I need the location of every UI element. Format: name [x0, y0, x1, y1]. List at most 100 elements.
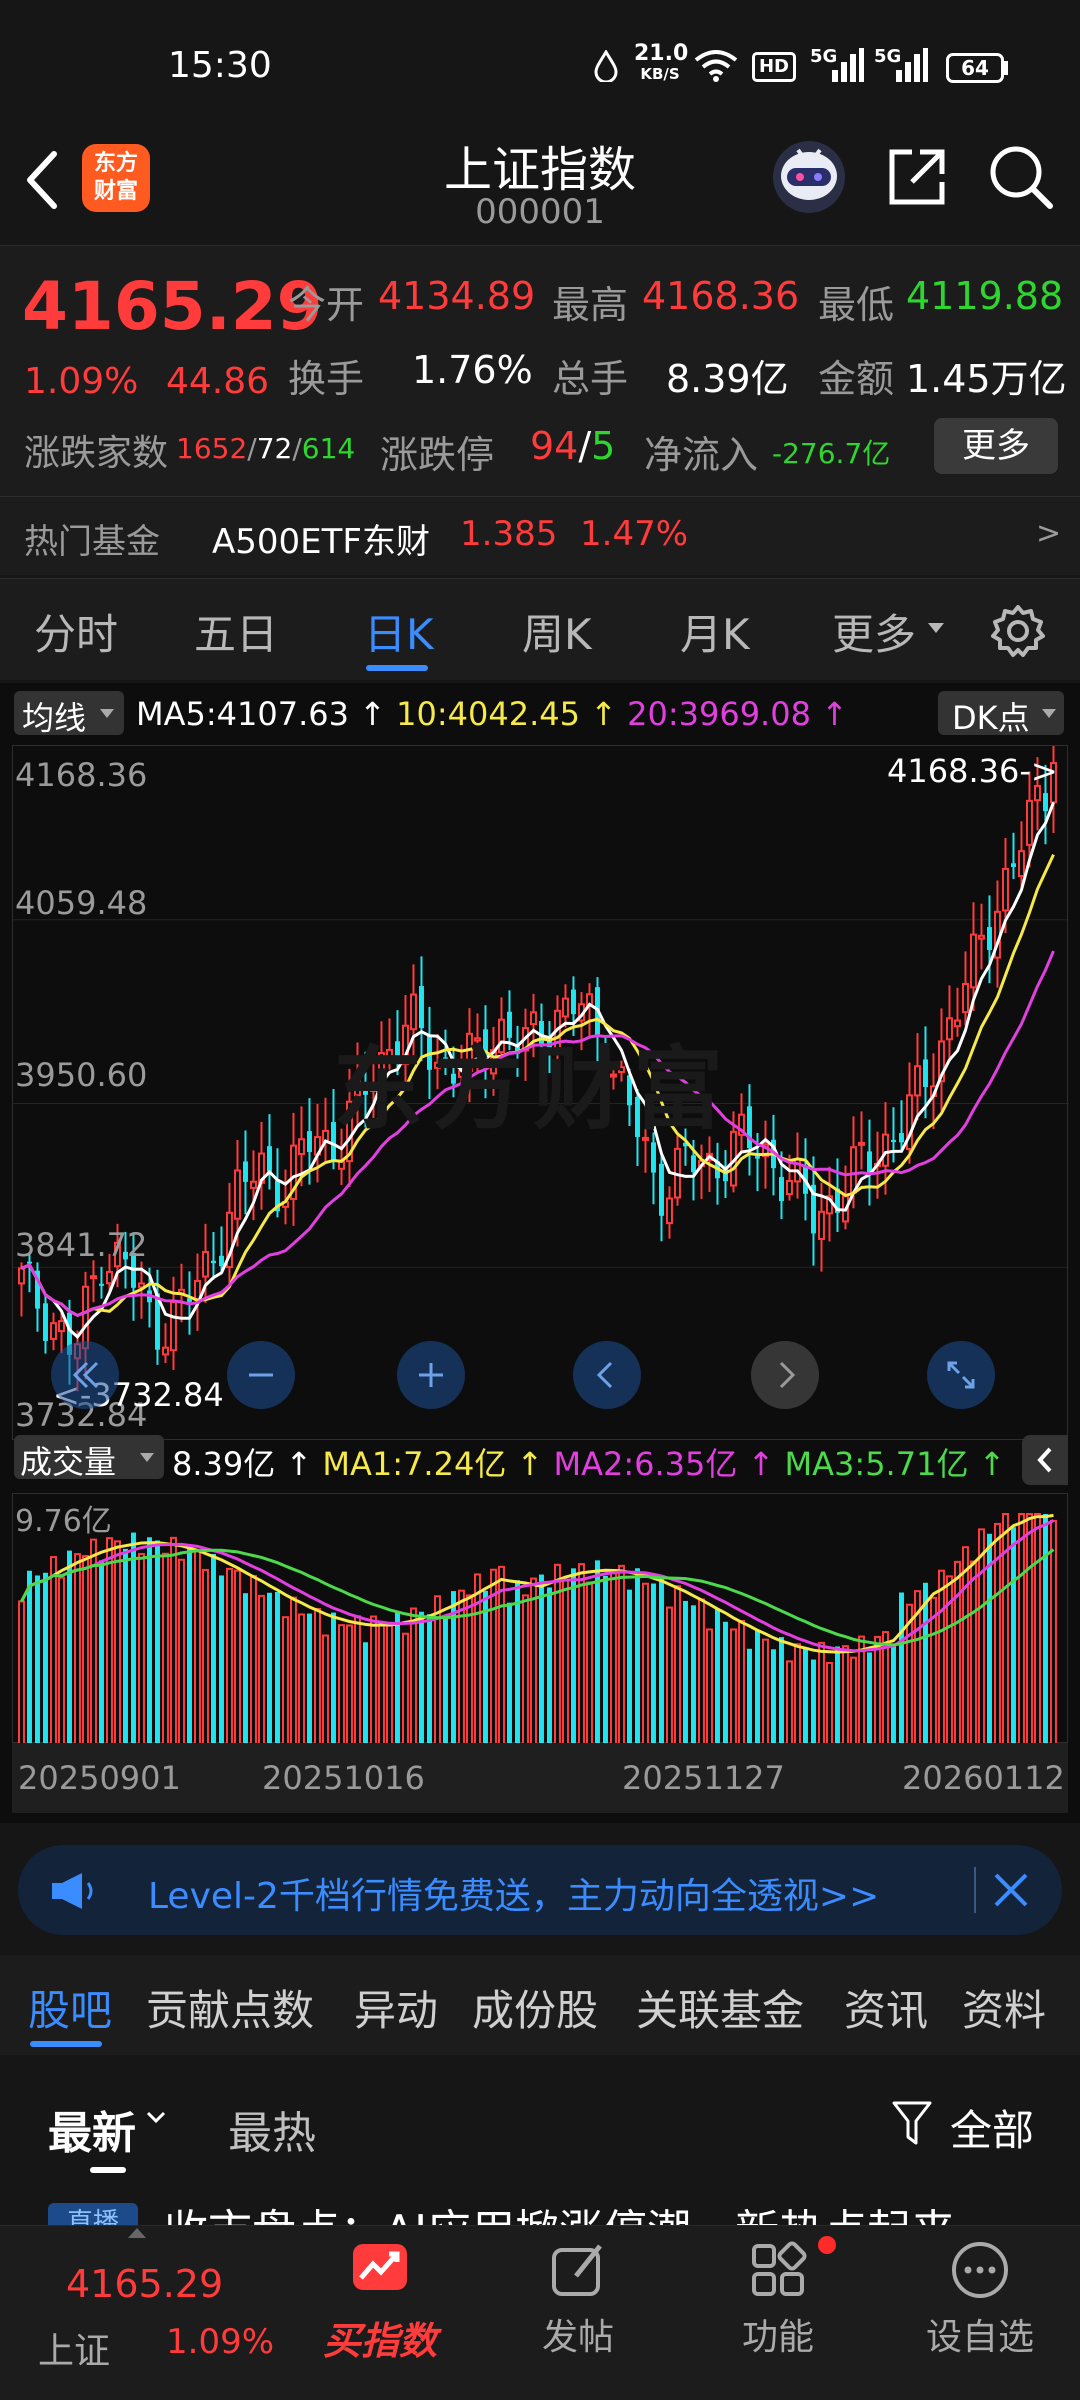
nav-post-label: 发帖	[541, 2317, 614, 2358]
candle-body	[850, 1146, 857, 1194]
quote-panel: 4165.29 1.09% 44.86 今开 4134.89 最高 4168.3…	[0, 245, 1080, 575]
volume-indicator-select[interactable]: 成交量	[14, 1435, 164, 1481]
tab-monthly-k[interactable]: 月K	[680, 601, 750, 662]
volume-bar	[99, 1560, 104, 1744]
volume-bar	[698, 1598, 705, 1744]
volume-bar	[826, 1661, 833, 1744]
share-icon[interactable]	[886, 146, 948, 208]
nav-index-pct[interactable]: 1.09%	[166, 2322, 274, 2362]
tab-weekly-k[interactable]: 周K	[522, 601, 592, 662]
tab-news[interactable]: 资讯	[844, 1977, 928, 2038]
netflow-label: 净流入	[644, 433, 759, 477]
volume-bar	[683, 1600, 688, 1744]
filter-all[interactable]: 全部	[950, 2097, 1034, 2158]
volume-svg	[18, 1513, 1057, 1744]
nav-index-price[interactable]: 4165.29	[66, 2262, 223, 2306]
vol-ma1: MA1:7.24亿	[322, 1445, 507, 1483]
scroll-right-button[interactable]	[751, 1341, 819, 1409]
volume-bar	[1050, 1519, 1057, 1744]
volume-bar	[803, 1648, 808, 1744]
candle-body	[891, 1139, 896, 1143]
volume-bar	[938, 1569, 945, 1744]
hot-fund-arrow-icon[interactable]: >	[1036, 516, 1061, 551]
search-icon[interactable]	[988, 144, 1054, 210]
y-label-2: 4059.48	[15, 884, 148, 922]
limit-values: 94/5	[530, 424, 615, 468]
volume-bar	[730, 1628, 737, 1744]
tab-profile[interactable]: 资料	[962, 1977, 1046, 2038]
candle-body	[962, 982, 969, 1014]
level2-promo-banner[interactable]: Level-2千档行情免费送，主力动向全透视>>	[18, 1845, 1062, 1935]
chevron-left-icon	[596, 1361, 613, 1389]
low-label: 最低	[818, 283, 895, 327]
zoom-in-button[interactable]	[397, 1341, 465, 1409]
fullscreen-button[interactable]	[927, 1341, 995, 1409]
expand-icon	[947, 1361, 975, 1389]
volume-bar	[747, 1648, 752, 1744]
robot-avatar-icon[interactable]	[770, 138, 848, 216]
dk-point-button[interactable]: DK点	[938, 691, 1064, 737]
more-button[interactable]: 更多	[934, 418, 1058, 474]
tab-intraday[interactable]: 分时	[34, 601, 118, 662]
candle-body	[899, 1133, 904, 1143]
hot-fund-name[interactable]: A500ETF东财	[212, 514, 430, 563]
candle-body	[691, 1155, 696, 1173]
volume-bar	[891, 1644, 896, 1744]
watermark: 东方财富	[333, 1037, 733, 1142]
volume-bar	[275, 1591, 280, 1744]
filter-icon[interactable]	[890, 2099, 934, 2147]
volume-bar	[818, 1641, 825, 1744]
volume-bar	[659, 1579, 664, 1744]
volume-bar	[642, 1582, 649, 1744]
date-label-1: 20250901	[18, 1759, 181, 1797]
nav-index-name[interactable]: 上证	[38, 2322, 110, 2374]
volume-bar	[35, 1575, 40, 1744]
divider	[0, 496, 1080, 497]
volume-bar	[899, 1592, 904, 1744]
volume-bar	[67, 1550, 72, 1744]
ma20-value: 20:3969.08	[627, 695, 811, 733]
volume-bar	[1026, 1513, 1033, 1744]
scroll-left-button[interactable]	[573, 1341, 641, 1409]
tab-five-day[interactable]: 五日	[194, 601, 278, 662]
volume-bar	[138, 1552, 145, 1744]
sort-latest[interactable]: 最新	[48, 2097, 136, 2161]
tab-contribution[interactable]: 贡献点数	[146, 1977, 314, 2038]
tab-daily-k[interactable]: 日K	[364, 601, 434, 662]
settings-gear-icon[interactable]	[990, 603, 1046, 659]
kline-plot[interactable]: 东方财富 4168.36 4059.48 3950.60 3841.72 373…	[12, 745, 1069, 1440]
zoom-out-button[interactable]	[227, 1341, 295, 1409]
plus-icon	[419, 1363, 443, 1387]
nav-function[interactable]: 功能	[708, 2240, 848, 2360]
bottom-nav: 4165.29 上证 1.09% 买指数 发帖 功能 设自选	[0, 2225, 1080, 2400]
nav-add-watch[interactable]: 设自选	[910, 2240, 1050, 2360]
nav-function-label: 功能	[741, 2317, 814, 2358]
content-tabs: 股吧 贡献点数 异动 成份股 关联基金 资讯 资料	[0, 1955, 1080, 2055]
volume-bar	[443, 1614, 448, 1744]
tab-related-funds[interactable]: 关联基金	[636, 1977, 804, 2038]
nav-buy-index[interactable]: 买指数	[310, 2240, 450, 2365]
chevron-up-icon[interactable]	[128, 2228, 146, 2238]
volume-bar	[603, 1575, 608, 1744]
volume-bar	[691, 1605, 696, 1744]
nav-post[interactable]: 发帖	[508, 2240, 648, 2360]
tab-constituents[interactable]: 成份股	[472, 1977, 598, 2038]
volume-indicator-label: 成交量	[20, 1443, 117, 1481]
volume-value: 8.39亿	[666, 357, 789, 401]
fast-back-button[interactable]	[51, 1341, 119, 1409]
tab-movement[interactable]: 异动	[354, 1977, 438, 2038]
last-price: 4165.29	[22, 268, 323, 345]
tab-guba[interactable]: 股吧	[28, 1977, 112, 2038]
close-icon[interactable]	[990, 1869, 1032, 1911]
ma-indicator-select[interactable]: 均线	[14, 691, 124, 737]
collapse-panel-button[interactable]	[1022, 1435, 1068, 1485]
candle-body	[914, 1065, 921, 1097]
volume-plot[interactable]: 9.76亿	[12, 1493, 1068, 1744]
volume-bar	[346, 1624, 353, 1744]
sort-hot[interactable]: 最热	[228, 2097, 316, 2161]
volume-bar	[307, 1613, 312, 1744]
tab-more[interactable]: 更多	[832, 601, 916, 662]
volume-bar	[106, 1537, 113, 1744]
hot-fund-label: 热门基金	[24, 522, 160, 562]
breadth-label: 涨跌家数	[24, 433, 169, 474]
